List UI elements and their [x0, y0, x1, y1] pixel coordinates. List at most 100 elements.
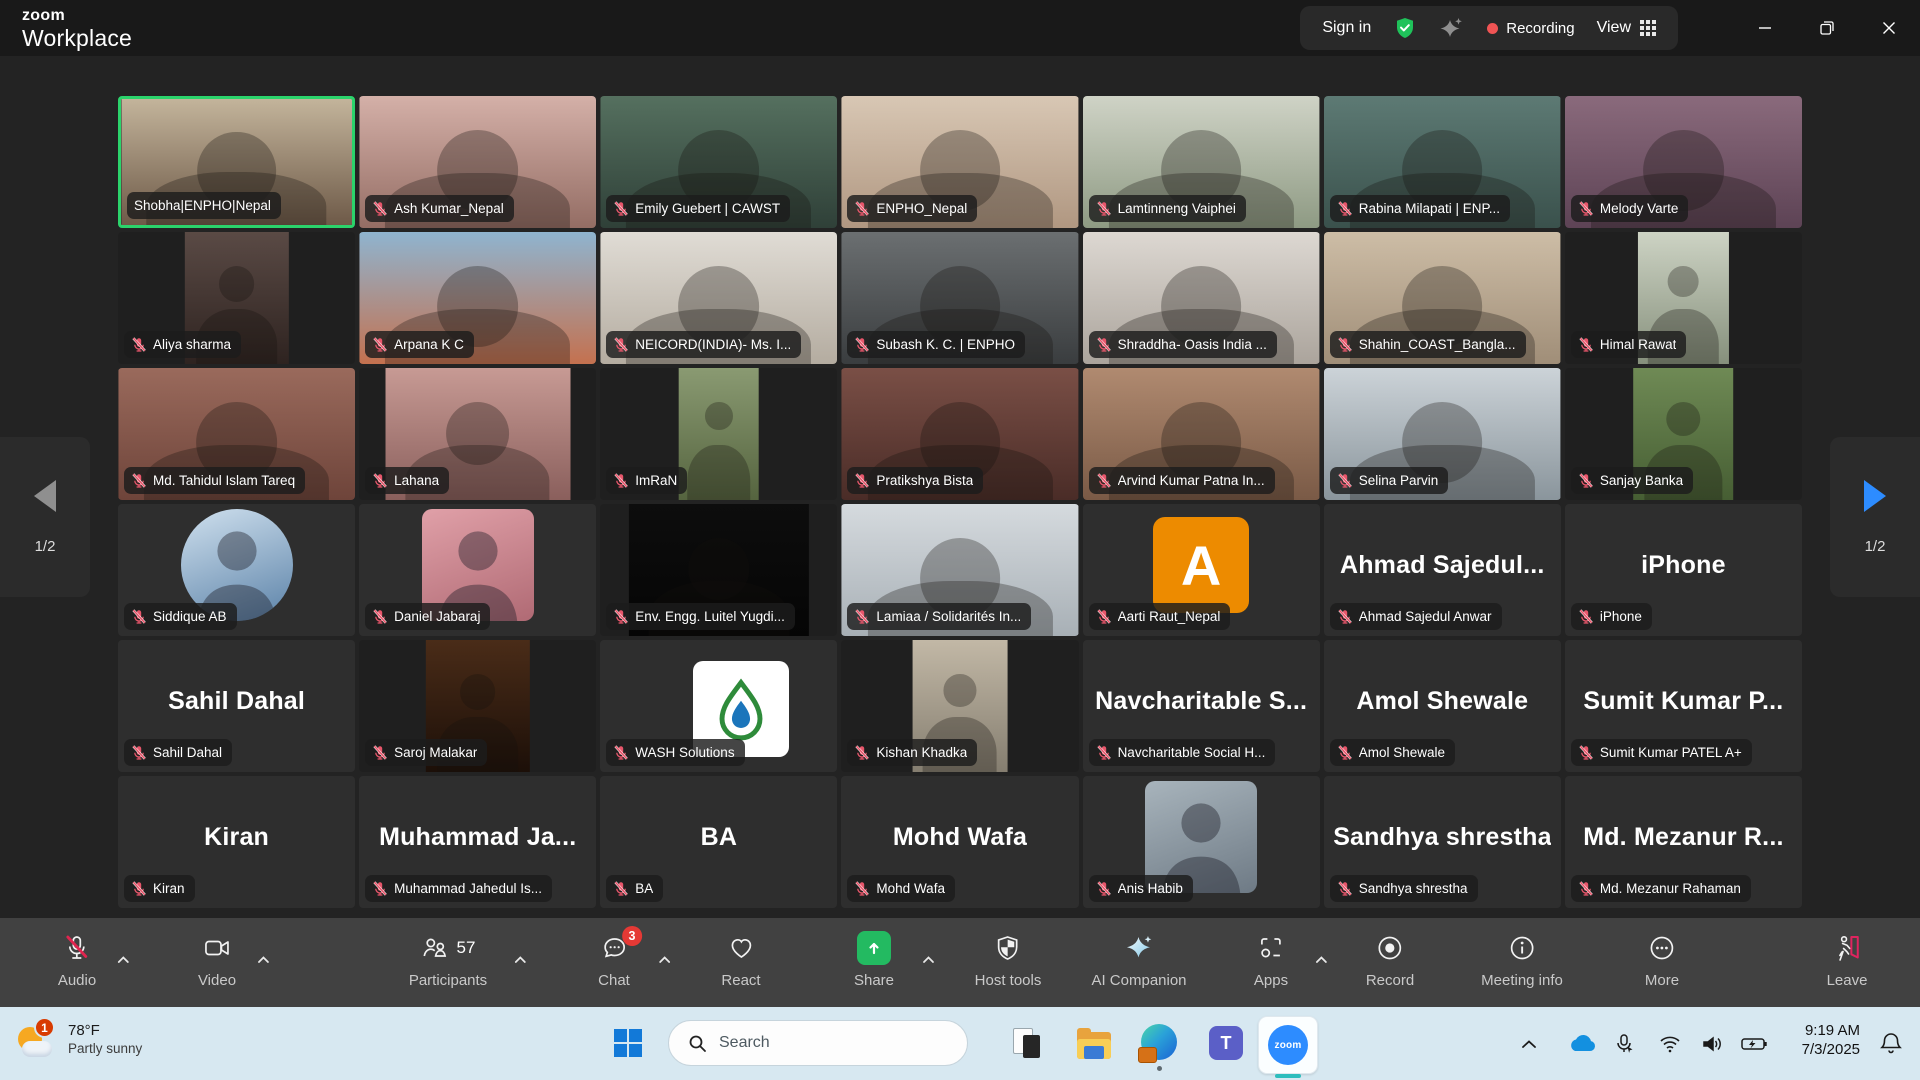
share-button[interactable]: Share [854, 931, 894, 989]
share-options-chevron[interactable] [922, 951, 935, 969]
participant-tile[interactable]: BABA [600, 776, 837, 908]
participant-tile[interactable]: Daniel Jabaraj [359, 504, 596, 636]
gallery-next-page-button[interactable]: 1/2 [1830, 437, 1920, 597]
tray-microphone[interactable] [1604, 1007, 1644, 1080]
participant-tile[interactable]: Sumit Kumar P...Sumit Kumar PATEL A+ [1565, 640, 1802, 772]
wifi-icon [1659, 1035, 1681, 1053]
participant-name: Siddique AB [153, 609, 227, 624]
participant-tile[interactable]: Md. Tahidul Islam Tareq [118, 368, 355, 500]
participants-button[interactable]: 57 Participants [409, 931, 487, 989]
participant-tile[interactable]: Rabina Milapati | ENP... [1324, 96, 1561, 228]
participant-tile[interactable]: Lamtinneng Vaiphei [1083, 96, 1320, 228]
participant-tile[interactable]: Sanjay Banka [1565, 368, 1802, 500]
next-arrow-icon [1864, 480, 1886, 512]
audio-button[interactable]: Audio [58, 931, 96, 989]
participant-tile[interactable]: Aliya sharma [118, 232, 355, 364]
info-button[interactable]: Meeting info [1481, 931, 1563, 989]
tray-chevron-button[interactable] [1512, 1007, 1546, 1080]
audio-options-chevron[interactable] [117, 951, 130, 969]
participant-tile[interactable]: Lamiaa / Solidarités In... [841, 504, 1078, 636]
host-tools-shield-icon [994, 934, 1022, 962]
ai-button[interactable]: AI Companion [1091, 931, 1186, 989]
participant-tile[interactable]: Sahil DahalSahil Dahal [118, 640, 355, 772]
participant-tile[interactable]: Lahana [359, 368, 596, 500]
participant-tile[interactable]: Sandhya shresthaSandhya shrestha [1324, 776, 1561, 908]
gallery-previous-page-button[interactable]: 1/2 [0, 437, 90, 597]
participant-tile[interactable]: Shahin_COAST_Bangla... [1324, 232, 1561, 364]
taskbar-search-input[interactable]: Search [668, 1020, 968, 1066]
muted-mic-icon [372, 473, 388, 489]
taskbar-app-tasks[interactable] [1006, 1021, 1050, 1065]
participant-tile[interactable]: Env. Engg. Luitel Yugdi... [600, 504, 837, 636]
participant-tile[interactable]: Arvind Kumar Patna In... [1083, 368, 1320, 500]
participant-name-tag: Md. Mezanur Rahaman [1571, 875, 1751, 902]
more-button[interactable]: More [1645, 931, 1679, 989]
participants-count: 57 [457, 938, 476, 958]
toolbar-button-label: Participants [409, 972, 487, 989]
participants-options-chevron[interactable] [514, 951, 527, 969]
participant-tile[interactable]: Subash K. C. | ENPHO [841, 232, 1078, 364]
security-shield-icon[interactable] [1393, 16, 1417, 40]
participant-tile[interactable]: Navcharitable S...Navcharitable Social H… [1083, 640, 1320, 772]
participant-tile[interactable]: Siddique AB [118, 504, 355, 636]
participant-tile[interactable]: KiranKiran [118, 776, 355, 908]
tray-volume[interactable] [1692, 1007, 1732, 1080]
minimize-button[interactable] [1734, 0, 1796, 56]
participant-tile[interactable]: Ahmad Sajedul...Ahmad Sajedul Anwar [1324, 504, 1561, 636]
participant-tile[interactable]: Anis Habib [1083, 776, 1320, 908]
sign-in-button[interactable]: Sign in [1322, 19, 1371, 37]
record-button[interactable]: Record [1366, 931, 1414, 989]
participant-tile[interactable]: AAarti Raut_Nepal [1083, 504, 1320, 636]
react-button[interactable]: React [721, 931, 760, 989]
participant-tile[interactable]: Arpana K C [359, 232, 596, 364]
participant-tile[interactable]: Ash Kumar_Nepal [359, 96, 596, 228]
restore-button[interactable] [1796, 0, 1858, 56]
start-button[interactable] [608, 1023, 648, 1063]
taskbar-weather-widget[interactable]: 1 78°F Partly sunny [16, 1017, 142, 1063]
taskbar-clock[interactable]: 9:19 AM 7/3/2025 [1802, 1021, 1860, 1059]
ai-companion-sparkle-icon[interactable] [1439, 15, 1465, 41]
apps-options-chevron[interactable] [1315, 951, 1328, 969]
participant-tile[interactable]: Muhammad Ja...Muhammad Jahedul Is... [359, 776, 596, 908]
leave-button[interactable]: Leave [1827, 931, 1868, 989]
participant-tile[interactable]: Shraddha- Oasis India ... [1083, 232, 1320, 364]
close-button[interactable] [1858, 0, 1920, 56]
page-indicator: 1/2 [1865, 538, 1886, 555]
participant-tile[interactable]: Md. Mezanur R...Md. Mezanur Rahaman [1565, 776, 1802, 908]
participant-name-tag: Shahin_COAST_Bangla... [1330, 331, 1526, 358]
participant-name-tag: Melody Varte [1571, 195, 1689, 222]
participant-tile[interactable]: iPhoneiPhone [1565, 504, 1802, 636]
participant-tile[interactable]: ENPHO_Nepal [841, 96, 1078, 228]
participant-tile[interactable]: Emily Guebert | CAWST [600, 96, 837, 228]
window-titlebar: zoom Workplace Sign in Recording View [0, 0, 1920, 56]
participant-tile[interactable]: Himal Rawat [1565, 232, 1802, 364]
taskbar-app-file-explorer[interactable] [1072, 1021, 1116, 1065]
taskbar-app-teams[interactable]: T [1204, 1021, 1248, 1065]
chat-options-chevron[interactable] [658, 951, 671, 969]
host-button[interactable]: Host tools [975, 931, 1042, 989]
chat-button[interactable]: 3Chat [598, 931, 630, 989]
participant-tile[interactable]: Amol ShewaleAmol Shewale [1324, 640, 1561, 772]
participant-tile[interactable]: Pratikshya Bista [841, 368, 1078, 500]
view-button[interactable]: View [1597, 19, 1656, 37]
video-button[interactable]: Video [198, 931, 236, 989]
participant-tile[interactable]: Kishan Khadka [841, 640, 1078, 772]
taskbar-app-zoom-active[interactable]: zoom [1258, 1016, 1318, 1074]
participant-tile[interactable]: Selina Parvin [1324, 368, 1561, 500]
participant-tile[interactable]: Shobha|ENPHO|Nepal [118, 96, 355, 228]
tray-wifi[interactable] [1650, 1007, 1690, 1080]
apps-button[interactable]: Apps [1254, 931, 1288, 989]
participant-tile[interactable]: NEICORD(INDIA)- Ms. I... [600, 232, 837, 364]
taskbar-app-edge[interactable] [1138, 1021, 1182, 1065]
participant-tile[interactable]: Saroj Malakar [359, 640, 596, 772]
muted-mic-icon [1578, 201, 1594, 217]
participant-tile[interactable]: Mohd WafaMohd Wafa [841, 776, 1078, 908]
participant-tile[interactable]: Melody Varte [1565, 96, 1802, 228]
video-options-chevron[interactable] [257, 951, 270, 969]
participant-tile[interactable]: ImRaN [600, 368, 837, 500]
participant-tile[interactable]: WASH Solutions [600, 640, 837, 772]
notifications-bell-icon[interactable] [1880, 1031, 1902, 1060]
tray-battery[interactable] [1732, 1007, 1778, 1080]
muted-mic-icon [613, 337, 629, 353]
tray-onedrive[interactable] [1558, 1007, 1606, 1080]
